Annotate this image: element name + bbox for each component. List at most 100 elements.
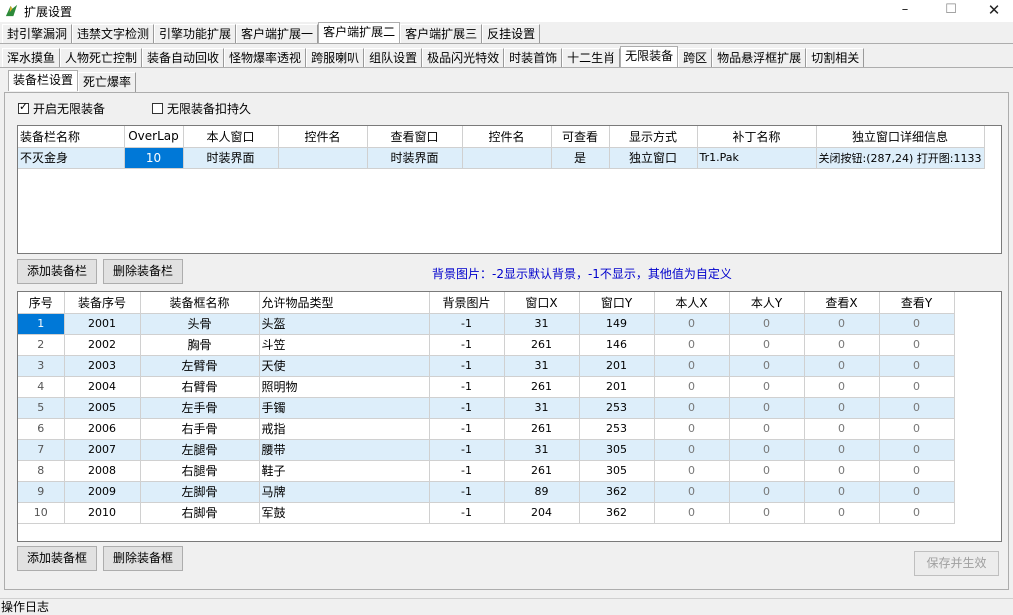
checkbox-box[interactable]: ✓: [18, 101, 29, 114]
inner-tab-1[interactable]: 死亡爆率: [78, 72, 137, 92]
table-row[interactable]: 9 2009 左脚骨 马牌 -1 89 362 0 0 0 0: [18, 481, 955, 503]
table-cell[interactable]: 0: [729, 355, 805, 377]
table-cell[interactable]: 右臂骨: [140, 376, 260, 398]
table-cell[interactable]: 146: [579, 334, 655, 356]
table-row[interactable]: 10 2010 右脚骨 军鼓 -1 204 362 0 0 0 0: [18, 502, 955, 524]
main-tab-1[interactable]: 违禁文字检测: [72, 24, 155, 44]
table-cell[interactable]: 31: [504, 355, 580, 377]
column-header[interactable]: 序号: [18, 292, 65, 314]
table-cell[interactable]: 0: [654, 481, 730, 503]
table-cell[interactable]: 独立窗口: [609, 147, 698, 169]
table-cell[interactable]: 7: [18, 439, 65, 461]
table-cell[interactable]: 253: [579, 397, 655, 419]
table-cell[interactable]: 0: [654, 313, 730, 335]
column-header[interactable]: 控件名: [278, 126, 368, 148]
table-cell[interactable]: 关闭按钮:(287,24) 打开图:1133: [816, 147, 985, 169]
column-header[interactable]: 装备栏名称: [18, 126, 125, 148]
table-cell[interactable]: 0: [879, 502, 955, 524]
table-cell[interactable]: 0: [804, 439, 880, 461]
sub-tab-3[interactable]: 怪物爆率透视: [224, 48, 307, 68]
table-row[interactable]: 7 2007 左腿骨 腰带 -1 31 305 0 0 0 0: [18, 439, 955, 461]
sub-tab-12[interactable]: 切割相关: [806, 48, 865, 68]
table-cell[interactable]: 3: [18, 355, 65, 377]
table-cell[interactable]: 左手骨: [140, 397, 260, 419]
column-header[interactable]: 背景图片: [429, 292, 505, 314]
table-cell[interactable]: 军鼓: [259, 502, 430, 524]
table-cell[interactable]: 右脚骨: [140, 502, 260, 524]
table-cell[interactable]: Tr1.Pak: [697, 147, 817, 169]
column-header[interactable]: 本人Y: [729, 292, 805, 314]
delete-equipment-frame-button[interactable]: 删除装备框: [103, 546, 183, 571]
checkbox-box[interactable]: [152, 103, 163, 114]
table-cell[interactable]: 0: [654, 439, 730, 461]
save-and-apply-button[interactable]: 保存并生效: [914, 551, 999, 576]
table-cell[interactable]: 鞋子: [259, 460, 430, 482]
sub-tab-8[interactable]: 十二生肖: [562, 48, 621, 68]
table-cell[interactable]: 305: [579, 460, 655, 482]
table-cell[interactable]: 0: [729, 334, 805, 356]
table-cell[interactable]: 2007: [64, 439, 141, 461]
table-row[interactable]: 不灭金身 10 时装界面 时装界面是独立窗口 Tr1.Pak 关闭按钮:(287,24) …: [18, 147, 985, 169]
column-header[interactable]: 可查看: [551, 126, 610, 148]
table-cell[interactable]: 2009: [64, 481, 141, 503]
add-equipment-bar-button[interactable]: 添加装备栏: [17, 259, 97, 284]
table-cell[interactable]: 0: [879, 481, 955, 503]
maximize-button[interactable]: ☐: [928, 0, 974, 22]
table-cell[interactable]: 4: [18, 376, 65, 398]
table-cell[interactable]: -1: [429, 481, 505, 503]
table-row[interactable]: 4 2004 右臂骨 照明物 -1 261 201 0 0 0 0: [18, 376, 955, 398]
table-cell[interactable]: 手镯: [259, 397, 430, 419]
table-cell[interactable]: 89: [504, 481, 580, 503]
table-cell[interactable]: 右腿骨: [140, 460, 260, 482]
column-header[interactable]: 查看X: [804, 292, 880, 314]
column-header[interactable]: OverLap: [124, 126, 184, 148]
sub-tab-11[interactable]: 物品悬浮框扩展: [712, 48, 807, 68]
table-cell[interactable]: 0: [729, 481, 805, 503]
table-cell[interactable]: 0: [879, 439, 955, 461]
table-cell[interactable]: 0: [804, 397, 880, 419]
table-cell[interactable]: -1: [429, 376, 505, 398]
table-cell[interactable]: 右手骨: [140, 418, 260, 440]
table-cell[interactable]: 0: [654, 355, 730, 377]
column-header[interactable]: 允许物品类型: [259, 292, 430, 314]
table-cell[interactable]: 362: [579, 502, 655, 524]
table-row[interactable]: 8 2008 右腿骨 鞋子 -1 261 305 0 0 0 0: [18, 460, 955, 482]
table-cell[interactable]: 261: [504, 334, 580, 356]
column-header[interactable]: 独立窗口详细信息: [816, 126, 985, 148]
column-header[interactable]: 装备框名称: [140, 292, 260, 314]
main-tab-6[interactable]: 反挂设置: [482, 24, 541, 44]
table-cell[interactable]: 149: [579, 313, 655, 335]
table-cell[interactable]: 是: [551, 147, 610, 169]
table-cell[interactable]: [278, 147, 368, 169]
table-cell[interactable]: 2002: [64, 334, 141, 356]
table-cell[interactable]: -1: [429, 502, 505, 524]
table-cell[interactable]: 1: [18, 313, 65, 335]
table-cell[interactable]: 0: [729, 418, 805, 440]
sub-tab-4[interactable]: 跨服喇叭: [306, 48, 365, 68]
table-cell[interactable]: -1: [429, 334, 505, 356]
table-cell[interactable]: 2005: [64, 397, 141, 419]
table-cell[interactable]: 0: [729, 313, 805, 335]
main-tab-5[interactable]: 客户端扩展三: [400, 24, 483, 44]
close-button[interactable]: ✕: [971, 0, 1013, 22]
table-cell[interactable]: 0: [654, 502, 730, 524]
column-header[interactable]: 补丁名称: [697, 126, 817, 148]
table-cell[interactable]: 0: [804, 313, 880, 335]
column-header[interactable]: 本人窗口: [183, 126, 279, 148]
minimize-button[interactable]: –: [882, 0, 928, 22]
table-cell[interactable]: 0: [879, 376, 955, 398]
table-cell[interactable]: 0: [879, 313, 955, 335]
table-cell[interactable]: 头骨: [140, 313, 260, 335]
table-cell[interactable]: 2008: [64, 460, 141, 482]
table-cell[interactable]: 0: [879, 355, 955, 377]
table-cell[interactable]: 0: [804, 502, 880, 524]
table-cell[interactable]: 253: [579, 418, 655, 440]
table-cell[interactable]: 0: [804, 376, 880, 398]
table-cell[interactable]: 天使: [259, 355, 430, 377]
table-cell[interactable]: 0: [654, 397, 730, 419]
table-cell[interactable]: 2004: [64, 376, 141, 398]
table-cell[interactable]: 305: [579, 439, 655, 461]
equipment-frame-grid[interactable]: 序号 装备序号 装备框名称 允许物品类型 背景图片 窗口X 窗口Y 本人X 本人Y 查看X 查看Y …: [17, 291, 1002, 542]
table-cell[interactable]: 0: [804, 460, 880, 482]
table-cell[interactable]: 照明物: [259, 376, 430, 398]
